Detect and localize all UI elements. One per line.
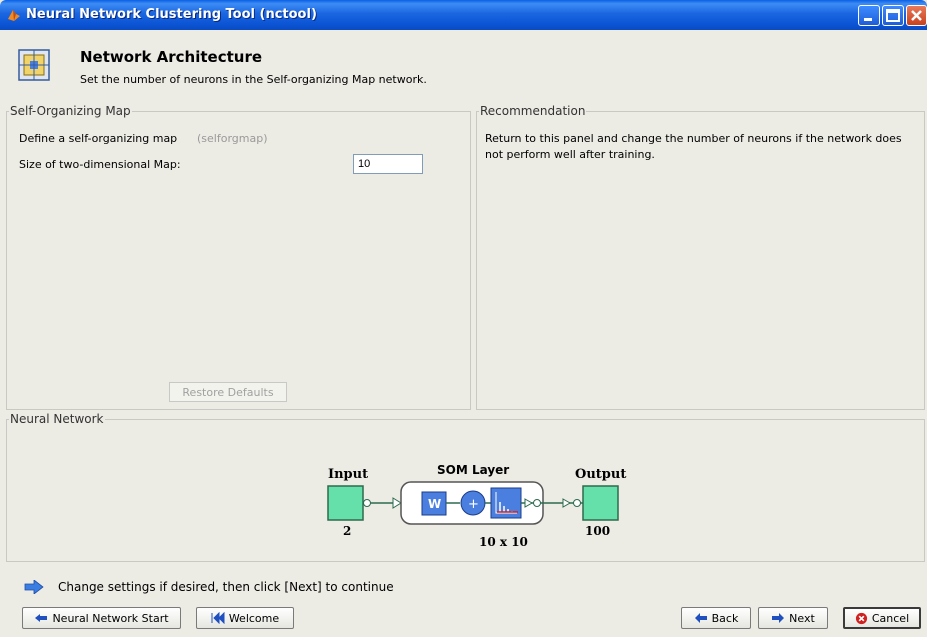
recommendation-panel: Recommendation Return to this panel and … bbox=[476, 104, 925, 410]
network-diagram: Input 2 SOM Layer W + 10 x 10 Output 100 bbox=[327, 463, 626, 549]
welcome-icon bbox=[211, 612, 225, 624]
instruction-text: Change settings if desired, then click [… bbox=[58, 580, 394, 594]
map-size-input[interactable] bbox=[353, 154, 423, 174]
welcome-button[interactable]: Welcome bbox=[196, 607, 294, 629]
neural-network-panel: Neural Network Input 2 SOM Layer W + 10 … bbox=[6, 412, 925, 562]
back-label: Back bbox=[711, 611, 739, 625]
input-node bbox=[327, 485, 364, 521]
next-button[interactable]: Next bbox=[758, 607, 828, 629]
cancel-icon bbox=[855, 612, 867, 624]
output-node bbox=[582, 485, 619, 521]
som-output-port bbox=[533, 499, 541, 507]
cancel-button[interactable]: Cancel bbox=[843, 607, 921, 629]
sum-label: + bbox=[468, 497, 479, 512]
page-title: Network Architecture bbox=[80, 48, 263, 66]
neural-network-panel-legend: Neural Network bbox=[10, 412, 104, 426]
cancel-label: Cancel bbox=[871, 611, 910, 625]
map-size-label: Size of two-dimensional Map: bbox=[19, 158, 181, 171]
minimize-button[interactable] bbox=[858, 5, 880, 26]
window-title: Neural Network Clustering Tool (nctool) bbox=[26, 7, 317, 22]
output-label: Output bbox=[575, 467, 626, 482]
next-arrow-icon bbox=[772, 613, 785, 623]
som-layer-size: 10 x 10 bbox=[479, 535, 528, 549]
maximize-button[interactable] bbox=[882, 5, 904, 26]
som-panel: Self-Organizing Map Define a self-organi… bbox=[6, 104, 471, 410]
network-architecture-icon bbox=[18, 49, 50, 81]
window-client: Network Architecture Set the number of n… bbox=[0, 30, 927, 637]
som-layer-label: SOM Layer bbox=[437, 463, 509, 477]
neural-network-start-label: Neural Network Start bbox=[52, 611, 169, 625]
back-button[interactable]: Back bbox=[681, 607, 751, 629]
next-label: Next bbox=[789, 611, 815, 625]
close-button[interactable] bbox=[906, 5, 927, 26]
recommendation-text-line2: not perform well after training. bbox=[485, 148, 655, 161]
input-size: 2 bbox=[343, 524, 351, 538]
welcome-label: Welcome bbox=[228, 611, 280, 625]
output-size: 100 bbox=[585, 524, 610, 538]
define-map-function: (selforgmap) bbox=[197, 132, 268, 145]
blue-arrow-icon bbox=[24, 580, 44, 594]
weight-label: W bbox=[428, 497, 441, 511]
back-arrow-icon bbox=[694, 613, 707, 623]
page-description: Set the number of neurons in the Self-or… bbox=[80, 73, 427, 86]
restore-defaults-button[interactable]: Restore Defaults bbox=[169, 382, 287, 402]
output-port bbox=[573, 499, 581, 507]
title-bar: Neural Network Clustering Tool (nctool) bbox=[0, 0, 927, 30]
recommendation-panel-legend: Recommendation bbox=[480, 104, 586, 118]
recommendation-text-line1: Return to this panel and change the numb… bbox=[485, 132, 902, 145]
define-map-label: Define a self-organizing map bbox=[19, 132, 178, 145]
som-panel-legend: Self-Organizing Map bbox=[10, 104, 131, 118]
neural-network-start-button[interactable]: Neural Network Start bbox=[22, 607, 181, 629]
matlab-icon bbox=[8, 10, 20, 21]
input-port bbox=[363, 499, 371, 507]
neural-network-start-icon bbox=[35, 614, 48, 622]
input-label: Input bbox=[328, 467, 368, 482]
